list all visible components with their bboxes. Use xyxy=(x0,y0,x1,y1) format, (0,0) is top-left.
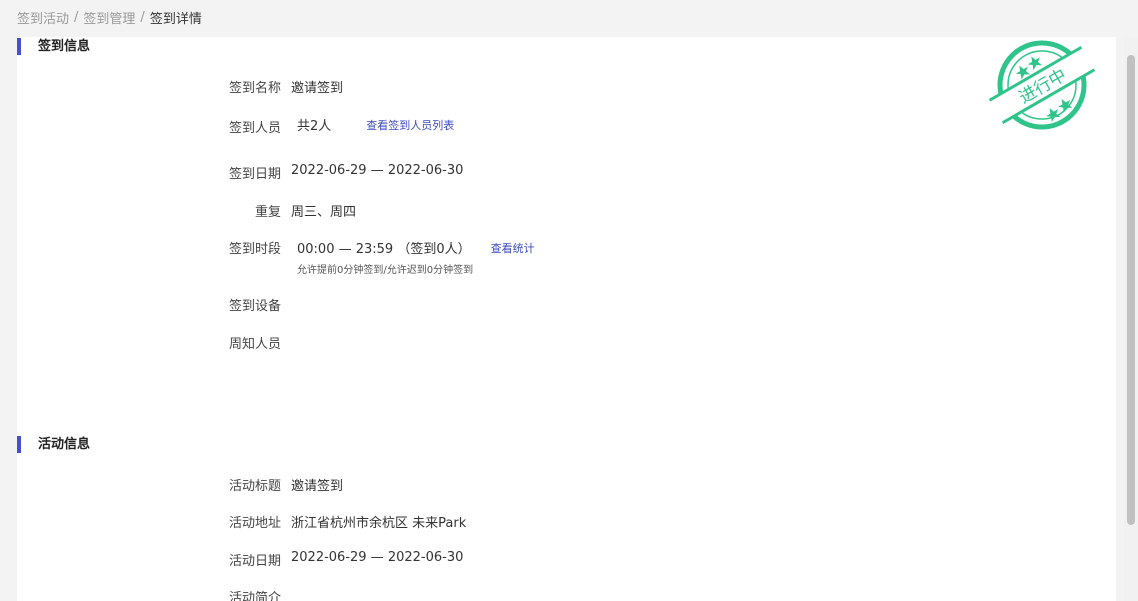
checkin-people-label: 签到人员 xyxy=(228,121,281,136)
activity-date-label: 活动日期 xyxy=(228,554,281,569)
checkin-people-value: 共2人 xyxy=(297,119,332,134)
activity-intro-label: 活动简介 xyxy=(228,591,281,601)
repeat-label: 重复 xyxy=(254,205,281,220)
activity-address-label: 活动地址 xyxy=(228,516,281,531)
row-activity-intro: 活动简介 xyxy=(197,587,291,601)
row-checkin-people: 签到人员 共2人 查看签到人员列表 xyxy=(197,117,454,136)
activity-title-value: 邀请签到 xyxy=(291,479,344,494)
checkin-name-label: 签到名称 xyxy=(228,81,281,96)
checkin-period-label: 签到时段 xyxy=(228,242,281,257)
row-checkin-name: 签到名称 邀请签到 xyxy=(197,77,343,96)
breadcrumb-separator: / xyxy=(140,10,145,25)
checkin-name-value: 邀请签到 xyxy=(291,81,344,96)
status-stamp-icon: 进行中 xyxy=(988,40,1096,130)
checkin-device-label: 签到设备 xyxy=(228,299,281,314)
breadcrumb-current: 签到详情 xyxy=(149,12,202,27)
breadcrumb-item-checkin-activity[interactable]: 签到活动 xyxy=(17,8,69,27)
section-title-activity-info: 活动信息 xyxy=(17,436,90,454)
page: 签到活动 / 签到管理 / 签到详情 签到信息 签到名称 邀请签到 签到人员 共… xyxy=(0,0,1138,601)
view-statistics-link[interactable]: 查看统计 xyxy=(491,240,535,256)
checkin-period-line: 00:00 — 23:59 （签到0人） 查看统计 xyxy=(297,238,535,258)
row-checkin-date: 签到日期 2022-06-29 — 2022-06-30 xyxy=(197,163,463,182)
view-checkin-people-link[interactable]: 查看签到人员列表 xyxy=(366,117,454,133)
row-repeat: 重复 周三、周四 xyxy=(197,201,356,220)
repeat-value: 周三、周四 xyxy=(291,205,357,220)
detail-card: 签到信息 签到名称 邀请签到 签到人员 共2人 查看签到人员列表 签到日期 20… xyxy=(17,37,1116,601)
row-notify-people: 周知人员 xyxy=(197,333,291,352)
activity-address-value: 浙江省杭州市余杭区 未来Park xyxy=(291,516,467,531)
breadcrumb: 签到活动 / 签到管理 / 签到详情 xyxy=(17,8,202,27)
row-checkin-period: 签到时段 00:00 — 23:59 （签到0人） 查看统计 允许提前0分钟签到… xyxy=(197,238,535,277)
row-activity-date: 活动日期 2022-06-29 — 2022-06-30 xyxy=(197,550,463,569)
activity-date-value: 2022-06-29 — 2022-06-30 xyxy=(291,550,464,565)
breadcrumb-separator: / xyxy=(74,10,79,25)
checkin-period-block: 00:00 — 23:59 （签到0人） 查看统计 允许提前0分钟签到/允许迟到… xyxy=(297,238,535,277)
checkin-date-value: 2022-06-29 — 2022-06-30 xyxy=(291,163,464,178)
row-checkin-device: 签到设备 xyxy=(197,295,291,314)
notify-people-label: 周知人员 xyxy=(228,337,281,352)
checkin-period-value: 00:00 — 23:59 （签到0人） xyxy=(297,242,471,257)
vertical-scrollbar[interactable] xyxy=(1124,37,1138,601)
section-title-checkin-info: 签到信息 xyxy=(17,38,90,56)
activity-title-label: 活动标题 xyxy=(228,479,281,494)
checkin-date-label: 签到日期 xyxy=(228,167,281,182)
checkin-period-hint: 允许提前0分钟签到/允许迟到0分钟签到 xyxy=(297,265,474,276)
row-activity-address: 活动地址 浙江省杭州市余杭区 未来Park xyxy=(197,512,466,531)
row-activity-title: 活动标题 邀请签到 xyxy=(197,475,343,494)
breadcrumb-item-checkin-management[interactable]: 签到管理 xyxy=(83,8,135,27)
scrollbar-thumb[interactable] xyxy=(1127,55,1135,525)
